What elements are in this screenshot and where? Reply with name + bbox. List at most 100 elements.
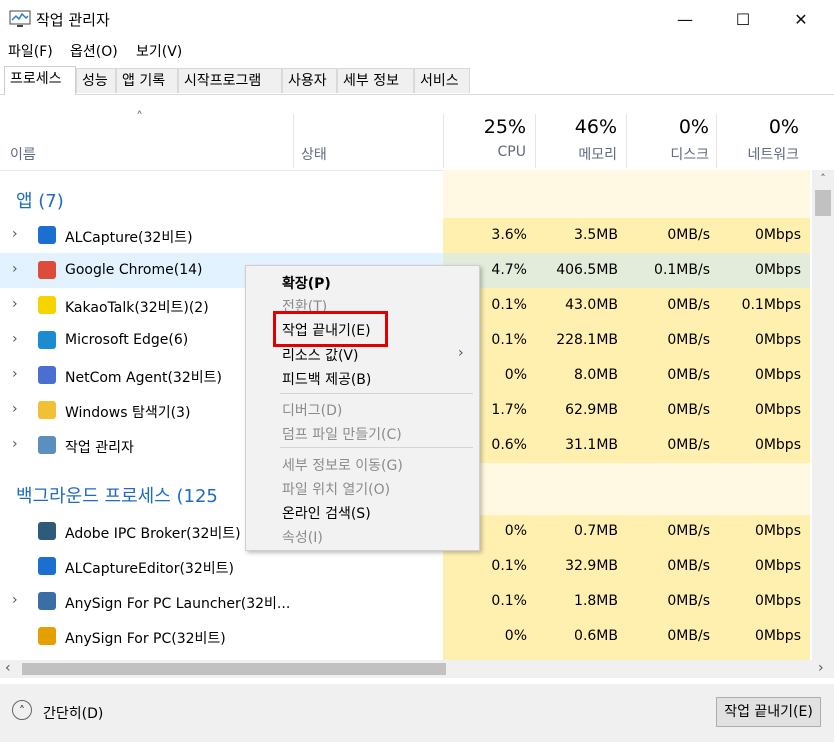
disk-value: 0MB/s (667, 437, 710, 453)
tab-startup[interactable]: 시작프로그램 (178, 68, 282, 93)
scroll-right-icon[interactable]: › (818, 660, 824, 676)
disk-value: 0MB/s (667, 227, 710, 243)
column-disk[interactable]: 디스크 (630, 144, 709, 164)
network-value: 0Mbps (754, 558, 801, 574)
network-value: 0Mbps (754, 332, 801, 348)
disk-value: 0MB/s (667, 402, 710, 418)
title-bar (0, 0, 834, 38)
context-menu-item[interactable]: 온라인 검색(S) (282, 503, 371, 523)
expand-chevron-icon[interactable]: › (12, 261, 18, 277)
fewer-details-link[interactable]: 간단히(D) (43, 703, 103, 723)
menu-separator (280, 447, 473, 448)
column-network[interactable]: 네트워크 (720, 144, 799, 164)
close-button[interactable]: ✕ (778, 0, 824, 38)
expand-chevron-icon[interactable]: › (12, 296, 18, 312)
network-value: 0Mbps (754, 628, 801, 644)
disk-value: 0MB/s (667, 367, 710, 383)
window-title: 작업 관리자 (36, 11, 110, 29)
anysign-icon (38, 627, 56, 645)
network-value: 0Mbps (754, 437, 801, 453)
group-header-apps: 앱 (7) (16, 191, 64, 212)
vertical-scroll-thumb[interactable] (815, 190, 831, 216)
expand-chevron-icon[interactable]: › (12, 592, 18, 608)
network-value: 0Mbps (754, 523, 801, 539)
expand-chevron-icon[interactable]: › (12, 401, 18, 417)
group-header-background: 백그라운드 프로세스 (125 (16, 486, 218, 507)
minimize-button[interactable]: — (662, 0, 708, 38)
network-value: 0.1Mbps (741, 297, 801, 313)
context-menu-item[interactable]: 리소스 값(V) (282, 345, 358, 365)
column-divider[interactable] (626, 114, 627, 168)
tab-users[interactable]: 사용자 (282, 68, 337, 93)
disk-value: 0MB/s (667, 558, 710, 574)
column-divider[interactable] (443, 114, 444, 168)
scroll-up-icon[interactable]: ˄ (815, 172, 831, 185)
horizontal-scroll-thumb[interactable] (22, 663, 446, 675)
process-name: AnySign For PC(32비트) (65, 631, 226, 647)
adobe-icon (38, 522, 56, 540)
column-memory[interactable]: 메모리 (540, 144, 617, 164)
process-name: AnySign For PC Launcher(32비... (65, 596, 291, 612)
network-percent: 0% (768, 116, 799, 138)
context-menu-item: 덤프 파일 만들기(C) (282, 427, 402, 443)
expand-chevron-icon[interactable]: › (12, 366, 18, 382)
edge-icon (38, 331, 56, 349)
expand-chevron-icon[interactable]: › (12, 331, 18, 347)
network-value: 0Mbps (754, 367, 801, 383)
sort-arrow-icon: ˄ (136, 110, 143, 126)
memory-value: 0.6MB (574, 628, 618, 644)
cpu-percent: 25% (483, 116, 526, 138)
tab-services[interactable]: 서비스 (414, 68, 470, 93)
menu-bar (0, 38, 834, 62)
network-value: 0Mbps (754, 262, 801, 278)
context-menu-item[interactable]: 피드백 제공(B) (282, 369, 371, 389)
disk-value: 0.1MB/s (654, 262, 710, 278)
tab-details[interactable]: 세부 정보 (337, 68, 414, 93)
highlight-box (273, 311, 388, 347)
chrome-icon (38, 261, 56, 279)
maximize-button[interactable]: ☐ (720, 0, 766, 38)
anysign-launcher-icon (38, 592, 56, 610)
context-menu-item: 디버그(D) (282, 403, 343, 419)
column-name[interactable]: 이름 (10, 144, 36, 164)
expand-chevron-icon[interactable]: › (12, 226, 18, 242)
end-task-button[interactable]: 작업 끝내기(E) (716, 697, 821, 727)
column-status[interactable]: 상태 (301, 144, 327, 164)
kakaotalk-icon (38, 296, 56, 314)
context-menu-item[interactable]: 확장(P) (282, 273, 331, 293)
submenu-arrow-icon: › (458, 345, 464, 361)
taskmgr-icon (38, 436, 56, 454)
disk-value: 0MB/s (667, 332, 710, 348)
collapse-icon[interactable]: ˄ (12, 700, 32, 720)
menu-options[interactable]: 옵션(O) (70, 41, 118, 61)
network-value: 0Mbps (754, 402, 801, 418)
menu-separator (280, 393, 473, 394)
memory-percent: 46% (574, 116, 617, 138)
memory-value: 1.8MB (574, 593, 618, 609)
column-divider[interactable] (293, 114, 294, 168)
scroll-left-icon[interactable]: ‹ (5, 660, 11, 676)
process-name: KakaoTalk(32비트)(2) (65, 300, 209, 316)
expand-chevron-icon[interactable]: › (12, 436, 18, 452)
context-menu-item: 속성(I) (282, 530, 323, 546)
menu-file[interactable]: 파일(F) (8, 41, 53, 61)
memory-value: 43.0MB (565, 297, 618, 313)
column-cpu[interactable]: CPU (450, 144, 526, 160)
tab-performance[interactable]: 성능 (76, 68, 116, 93)
disk-value: 0MB/s (667, 523, 710, 539)
column-divider[interactable] (716, 114, 717, 168)
cpu-value: 0% (504, 628, 527, 644)
tab-app-history[interactable]: 앱 기록 (116, 68, 178, 93)
menu-view[interactable]: 보기(V) (136, 41, 182, 61)
process-name: ALCapture(32비트) (65, 230, 193, 246)
alcapture-icon (38, 226, 56, 244)
network-value: 0Mbps (754, 227, 801, 243)
disk-percent: 0% (678, 116, 709, 138)
netcom-icon (38, 366, 56, 384)
network-value: 0Mbps (754, 593, 801, 609)
memory-value: 31.1MB (565, 437, 618, 453)
memory-value: 8.0MB (574, 367, 618, 383)
column-divider[interactable] (535, 114, 536, 168)
vertical-scrollbar[interactable] (812, 170, 834, 660)
tab-processes[interactable]: 프로세스 (4, 66, 76, 95)
